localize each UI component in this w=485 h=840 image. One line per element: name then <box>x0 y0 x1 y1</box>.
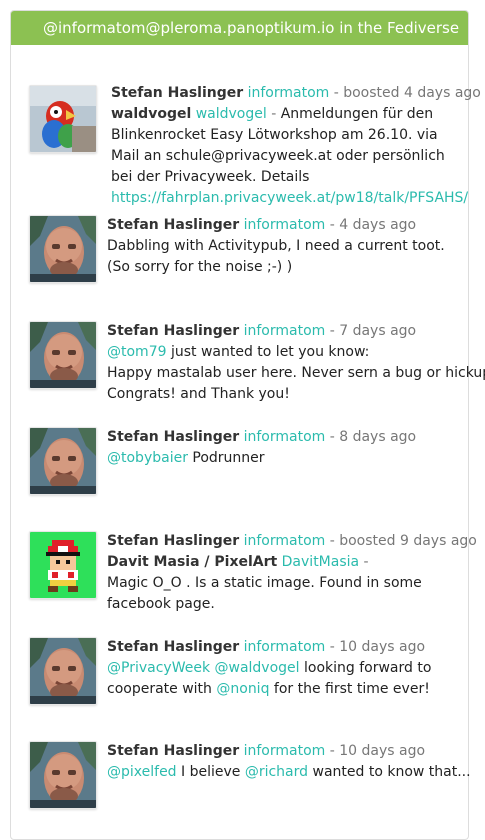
separator: - <box>329 85 344 101</box>
separator: - <box>359 554 369 570</box>
mention-link[interactable]: @waldvogel <box>215 660 300 676</box>
toot-content: Stefan Haslinger informatom - 10 days ag… <box>107 637 460 700</box>
author-name[interactable]: Stefan Haslinger <box>107 743 239 759</box>
toot-time[interactable]: 4 days ago <box>339 217 416 233</box>
author-name[interactable]: Stefan Haslinger <box>107 217 239 233</box>
toot-content: Stefan Haslinger informatom - 7 days ago… <box>107 321 485 405</box>
toot-text: wanted to know that... <box>308 764 471 780</box>
toot-link[interactable]: https://fahrplan.privacyweek.at/pw18/tal… <box>111 190 468 206</box>
author-handle[interactable]: informatom <box>244 639 326 655</box>
toot-time[interactable]: 8 days ago <box>339 429 416 445</box>
author-name[interactable]: Stefan Haslinger <box>111 85 243 101</box>
author-name[interactable]: Stefan Haslinger <box>107 429 239 445</box>
toot-content: Stefan Haslinger informatom - 8 days ago… <box>107 427 460 469</box>
author-handle[interactable]: informatom <box>244 743 326 759</box>
toot-content: Stefan Haslinger informatom - boosted 9 … <box>107 531 477 615</box>
author-handle[interactable]: informatom <box>244 217 326 233</box>
toot-text: Happy mastalab user here. Never sern a b… <box>107 365 485 381</box>
mention-link[interactable]: @noniq <box>216 681 269 697</box>
user-photo-avatar-icon[interactable] <box>29 637 97 705</box>
author-name[interactable]: Stefan Haslinger <box>107 533 239 549</box>
toot-text: Podrunner <box>187 450 265 466</box>
toot-text: Magic O_O . Is a static image. Found in … <box>107 575 422 612</box>
separator: - <box>325 639 340 655</box>
author-name[interactable]: Stefan Haslinger <box>107 639 239 655</box>
separator: - <box>325 743 340 759</box>
user-photo-avatar-icon[interactable] <box>29 321 97 389</box>
toot-content: Stefan Haslinger informatom - boosted 4 … <box>111 83 481 209</box>
user-photo-avatar-icon[interactable] <box>29 215 97 283</box>
toot-text: I believe <box>176 764 245 780</box>
mention-link[interactable]: @tom79 <box>107 344 167 360</box>
toot-time[interactable]: 10 days ago <box>339 639 425 655</box>
author-handle[interactable]: informatom <box>244 429 326 445</box>
widget-header: @informatom@pleroma.panoptikum.io in the… <box>11 11 468 45</box>
user-photo-avatar-icon[interactable] <box>29 427 97 495</box>
separator: - <box>325 429 340 445</box>
toot-time[interactable]: 7 days ago <box>339 323 416 339</box>
toot-text: (So sorry for the noise ;-) ) <box>107 259 293 275</box>
boosted-author-name[interactable]: waldvogel <box>111 106 191 122</box>
mention-link[interactable]: @tobybaier <box>107 450 188 466</box>
user-photo-avatar-icon[interactable] <box>29 741 97 809</box>
boosted-author-name[interactable]: Davit Masia / PixelArt <box>107 554 277 570</box>
separator: - <box>325 533 340 549</box>
toot-text: just wanted to let you know: <box>166 344 370 360</box>
toot-text: for the first time ever! <box>269 681 430 697</box>
toot-text: looking forward to <box>299 660 432 676</box>
toot-time[interactable]: boosted 9 days ago <box>339 533 477 549</box>
toot-content: Stefan Haslinger informatom - 4 days ago… <box>107 215 460 278</box>
toot-text: Dabbling with Activitypub, I need a curr… <box>107 238 445 254</box>
fediverse-widget: @informatom@pleroma.panoptikum.io in the… <box>10 10 485 840</box>
author-handle[interactable]: informatom <box>244 533 326 549</box>
mention-link[interactable]: @richard <box>245 764 308 780</box>
separator: - <box>266 106 281 122</box>
parrot-avatar-icon[interactable] <box>29 85 97 153</box>
toot-time[interactable]: boosted 4 days ago <box>343 85 481 101</box>
boosted-author-handle[interactable]: DavitMasia <box>282 554 359 570</box>
widget-title: @informatom@pleroma.panoptikum.io in the… <box>43 19 460 37</box>
separator: - <box>325 217 340 233</box>
separator: - <box>325 323 340 339</box>
toot-content: Stefan Haslinger informatom - 10 days ag… <box>107 741 471 783</box>
author-handle[interactable]: informatom <box>244 323 326 339</box>
boosted-author-handle[interactable]: waldvogel <box>196 106 267 122</box>
pixel-art-avatar-icon[interactable] <box>29 531 97 599</box>
mention-link[interactable]: @pixelfed <box>107 764 177 780</box>
toot-text: Congrats! and Thank you! <box>107 386 290 402</box>
mention-link[interactable]: @PrivacyWeek <box>107 660 210 676</box>
author-handle[interactable]: informatom <box>248 85 330 101</box>
toot-text: cooperate with <box>107 681 217 697</box>
toot-time[interactable]: 10 days ago <box>339 743 425 759</box>
author-name[interactable]: Stefan Haslinger <box>107 323 239 339</box>
